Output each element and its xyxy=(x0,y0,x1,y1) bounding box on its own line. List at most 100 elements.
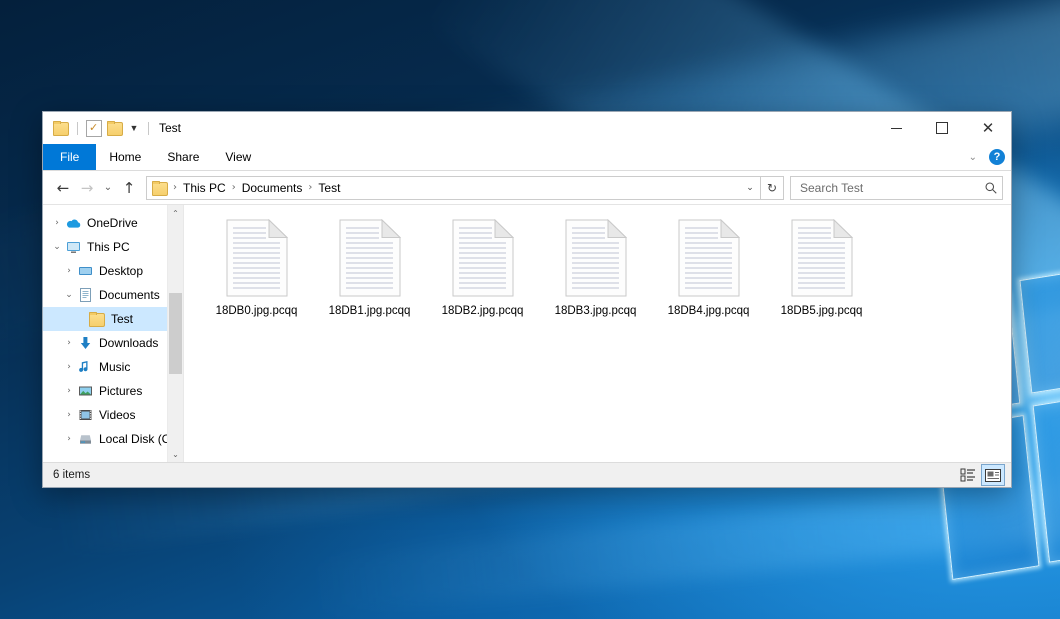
sidebar-item-this-pc[interactable]: ⌄ This PC xyxy=(43,235,183,259)
generic-document-icon xyxy=(226,219,288,297)
explorer-body: › OneDrive ⌄ This PC xyxy=(43,204,1011,462)
downloads-arrow-icon xyxy=(77,335,94,351)
breadcrumb-separator-2[interactable]: › xyxy=(306,182,314,193)
sidebar-item-pictures[interactable]: › Pictures xyxy=(43,379,183,403)
sidebar-item-videos[interactable]: › xyxy=(43,403,183,427)
file-name-label: 18DB2.jpg.pcqq xyxy=(442,305,524,317)
chevron-right-icon[interactable]: › xyxy=(61,410,77,420)
hard-drive-icon xyxy=(77,431,94,447)
status-bar: 6 items xyxy=(43,462,1011,487)
customize-caret-icon[interactable]: ▼ xyxy=(128,121,140,135)
quick-access-toolbar: ✓ ▼ xyxy=(43,120,152,137)
maximize-icon xyxy=(936,122,948,134)
breadcrumb-this-pc[interactable]: This PC xyxy=(179,180,230,196)
properties-icon[interactable]: ✓ xyxy=(86,120,102,137)
tab-file[interactable]: File xyxy=(43,144,96,170)
navigation-pane: › OneDrive ⌄ This PC xyxy=(43,205,183,462)
sidebar-item-onedrive[interactable]: › OneDrive xyxy=(43,211,183,235)
chevron-placeholder: › xyxy=(73,314,89,324)
pictures-icon xyxy=(77,383,94,399)
sidebar-item-downloads[interactable]: › Downloads xyxy=(43,331,183,355)
tab-home[interactable]: Home xyxy=(96,144,154,170)
scroll-down-arrow-icon[interactable]: ⌄ xyxy=(168,446,183,462)
file-item[interactable]: 18DB2.jpg.pcqq xyxy=(426,217,539,317)
address-dropdown-caret-icon[interactable]: ⌄ xyxy=(742,182,758,193)
sidebar-item-music[interactable]: › Music xyxy=(43,355,183,379)
search-box[interactable] xyxy=(790,176,1003,200)
file-explorer-window: ✓ ▼ Test ✕ File Home Share View ⌄ ? xyxy=(42,111,1012,488)
back-button[interactable]: ← xyxy=(51,176,75,200)
breadcrumb-test[interactable]: Test xyxy=(314,180,344,196)
sidebar-scrollbar[interactable]: ⌃ ⌄ xyxy=(167,205,183,462)
sidebar-item-test[interactable]: › Test xyxy=(43,307,183,331)
file-grid: 18DB0.jpg.pcqq xyxy=(200,217,1011,317)
large-icons-view-button[interactable] xyxy=(981,464,1005,486)
generic-document-icon xyxy=(678,219,740,297)
sidebar-label-downloads: Downloads xyxy=(99,336,158,350)
onedrive-cloud-icon xyxy=(65,215,82,231)
refresh-button[interactable]: ↻ xyxy=(761,176,784,200)
documents-icon xyxy=(77,287,94,303)
file-name-label: 18DB5.jpg.pcqq xyxy=(781,305,863,317)
breadcrumb-separator-1[interactable]: › xyxy=(230,182,238,193)
logo-pane-top-right xyxy=(1019,264,1060,393)
folder-icon[interactable] xyxy=(53,121,69,135)
chevron-right-icon[interactable]: › xyxy=(61,338,77,348)
address-breadcrumb-bar[interactable]: › This PC › Documents › Test ⌄ xyxy=(146,176,761,200)
file-item[interactable]: 18DB3.jpg.pcqq xyxy=(539,217,652,317)
address-bar-row: ← → ⌄ ↑ › This PC › Documents › Test ⌄ ↻ xyxy=(43,171,1011,204)
file-item[interactable]: 18DB0.jpg.pcqq xyxy=(200,217,313,317)
chevron-down-icon[interactable]: ⌄ xyxy=(49,242,65,252)
title-bar: ✓ ▼ Test ✕ xyxy=(43,112,1011,144)
sidebar-label-music: Music xyxy=(99,360,130,374)
desktop-icon xyxy=(77,263,94,279)
chevron-right-icon[interactable]: › xyxy=(49,218,65,228)
scrollbar-thumb[interactable] xyxy=(169,293,182,374)
videos-film-icon xyxy=(77,407,94,423)
generic-document-icon xyxy=(452,219,514,297)
up-button[interactable]: ↑ xyxy=(117,176,141,200)
file-item[interactable]: 18DB1.jpg.pcqq xyxy=(313,217,426,317)
details-view-icon xyxy=(960,468,976,482)
generic-document-icon xyxy=(565,219,627,297)
scroll-up-arrow-icon[interactable]: ⌃ xyxy=(168,205,183,221)
minimize-button[interactable] xyxy=(873,112,919,144)
new-folder-icon[interactable] xyxy=(107,121,123,135)
chevron-right-icon[interactable]: › xyxy=(61,266,77,276)
sidebar-item-local-disk-c[interactable]: › Local Disk (C:) xyxy=(43,427,183,451)
tab-share[interactable]: Share xyxy=(154,144,212,170)
folder-glyph xyxy=(89,312,105,326)
help-icon[interactable]: ? xyxy=(989,149,1005,165)
maximize-button[interactable] xyxy=(919,112,965,144)
chevron-right-icon[interactable]: › xyxy=(61,362,77,372)
file-item[interactable]: 18DB5.jpg.pcqq xyxy=(765,217,878,317)
sidebar-label-onedrive: OneDrive xyxy=(87,216,138,230)
close-button[interactable]: ✕ xyxy=(965,112,1011,144)
sidebar-label-this-pc: This PC xyxy=(87,240,130,254)
item-count-label: 6 items xyxy=(53,469,90,481)
search-input[interactable] xyxy=(798,180,984,196)
recent-locations-button[interactable]: ⌄ xyxy=(99,176,117,200)
chevron-down-icon[interactable]: ⌄ xyxy=(61,290,77,300)
sidebar-item-desktop[interactable]: › Desktop xyxy=(43,259,183,283)
folder-icon xyxy=(89,311,106,327)
large-icons-view-icon xyxy=(985,469,1001,482)
chevron-right-icon[interactable]: › xyxy=(61,434,77,444)
expand-ribbon-caret-icon[interactable]: ⌄ xyxy=(966,152,980,163)
file-item[interactable]: 18DB4.jpg.pcqq xyxy=(652,217,765,317)
forward-button[interactable]: → xyxy=(75,176,99,200)
breadcrumb-documents[interactable]: Documents xyxy=(238,180,307,196)
tab-view[interactable]: View xyxy=(212,144,264,170)
details-view-button[interactable] xyxy=(957,465,979,485)
breadcrumb-folder-icon xyxy=(152,181,168,195)
sidebar-label-documents: Documents xyxy=(99,288,160,302)
scrollbar-track[interactable] xyxy=(168,221,183,446)
sidebar-item-documents[interactable]: ⌄ Documents xyxy=(43,283,183,307)
search-icon xyxy=(984,181,998,195)
chevron-right-icon[interactable]: › xyxy=(61,386,77,396)
file-name-label: 18DB4.jpg.pcqq xyxy=(668,305,750,317)
close-icon: ✕ xyxy=(982,121,995,136)
file-list-pane[interactable]: 18DB0.jpg.pcqq xyxy=(183,205,1011,462)
sidebar-label-test: Test xyxy=(111,312,133,326)
breadcrumb-separator-0[interactable]: › xyxy=(171,182,179,193)
